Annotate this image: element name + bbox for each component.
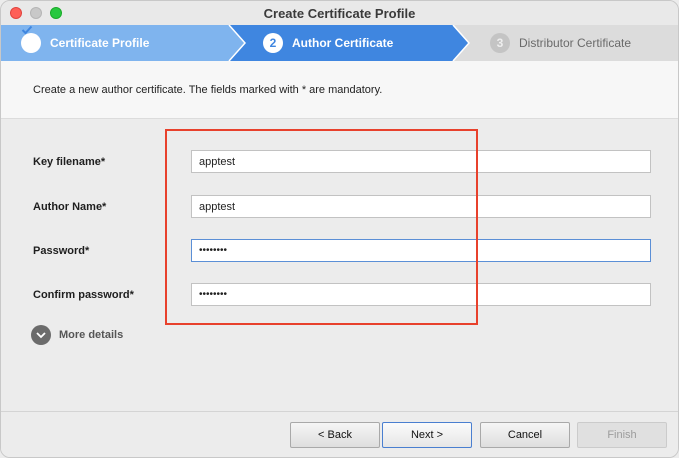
checkmark-icon: [21, 25, 41, 53]
password-input[interactable]: ••••••••: [191, 239, 651, 262]
author-name-label: Author Name*: [33, 201, 107, 213]
password-value: ••••••••: [199, 245, 228, 256]
step-label: Distributor Certificate: [519, 36, 632, 50]
step-label: Certificate Profile: [50, 36, 150, 50]
step-author-certificate: 2 Author Certificate: [263, 25, 393, 61]
chevron-down-icon: [31, 325, 51, 345]
confirm-password-label: Confirm password*: [33, 289, 134, 301]
description-text: Create a new author certificate. The fie…: [33, 84, 383, 96]
close-window-button[interactable]: [10, 7, 22, 19]
more-details-toggle[interactable]: More details: [31, 325, 123, 345]
wizard-steps: Certificate Profile 2 Author Certificate…: [1, 25, 678, 61]
window-controls: [10, 7, 62, 19]
key-filename-label: Key filename*: [33, 156, 106, 168]
step-number: 3: [490, 33, 510, 53]
step-number: 2: [263, 33, 283, 53]
key-filename-input[interactable]: [191, 150, 651, 173]
author-name-input[interactable]: [191, 195, 651, 218]
more-details-label: More details: [59, 329, 124, 341]
window-title: Create Certificate Profile: [263, 5, 416, 21]
confirm-password-value: ••••••••: [199, 289, 228, 300]
dialog-window: Create Certificate Profile Certificate P…: [0, 0, 679, 458]
next-button[interactable]: Next >: [382, 422, 472, 448]
title-bar: Create Certificate Profile: [1, 1, 678, 25]
step-distributor-certificate: 3 Distributor Certificate: [490, 25, 631, 61]
back-button[interactable]: < Back: [290, 422, 380, 448]
minimize-window-button[interactable]: [30, 7, 42, 19]
maximize-window-button[interactable]: [50, 7, 62, 19]
cancel-button[interactable]: Cancel: [480, 422, 570, 448]
password-label: Password*: [33, 245, 90, 257]
button-bar: < Back Next > Cancel Finish: [1, 411, 678, 457]
confirm-password-input[interactable]: ••••••••: [191, 283, 651, 306]
finish-button[interactable]: Finish: [577, 422, 667, 448]
step-label: Author Certificate: [292, 36, 394, 50]
step-certificate-profile: Certificate Profile: [21, 25, 149, 61]
description-panel: Create a new author certificate. The fie…: [1, 61, 678, 119]
